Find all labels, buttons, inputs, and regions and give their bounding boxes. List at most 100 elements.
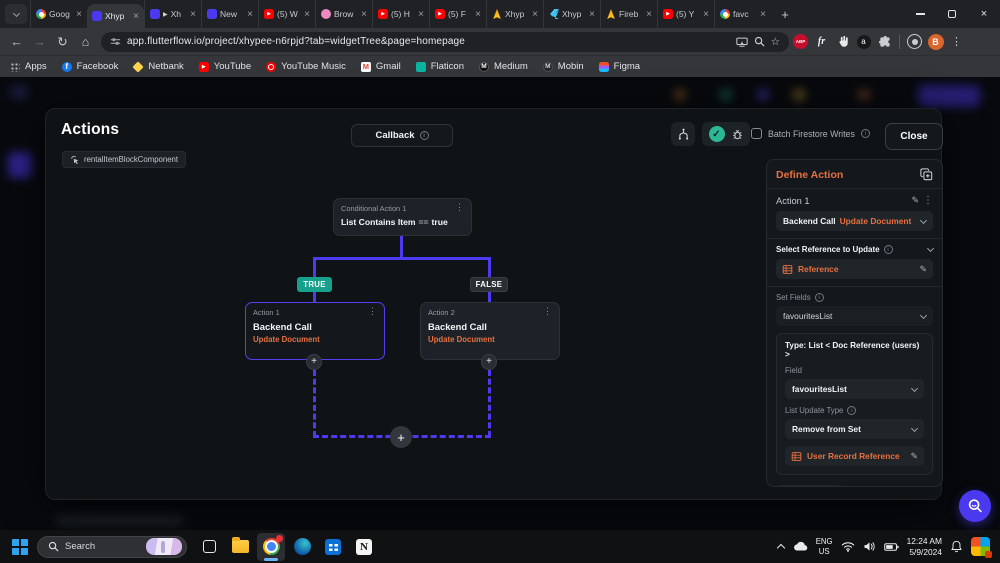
add-field-button[interactable]: + Add Field	[776, 485, 843, 487]
reference-value-row[interactable]: Reference ✎	[776, 259, 933, 279]
microsoft-store-button[interactable]	[319, 533, 347, 561]
bookmark-star-icon[interactable]: ☆	[771, 36, 780, 48]
add-action-button[interactable]: +	[481, 354, 497, 370]
notion-taskbar-button[interactable]: N	[350, 533, 378, 561]
profile-avatar[interactable]: B	[926, 34, 945, 50]
adblock-extension-icon[interactable]: ABP	[791, 34, 810, 49]
browser-tab[interactable]: (5) H ×	[372, 0, 429, 28]
kebab-icon[interactable]: ⋮	[455, 204, 464, 213]
debug-bug-icon[interactable]	[731, 128, 744, 141]
hidden-icons-chevron[interactable]	[776, 544, 784, 552]
browser-tab-active[interactable]: Xhyp ×	[87, 4, 144, 28]
browser-tab[interactable]: ▶ Xh ×	[144, 0, 201, 28]
forward-button[interactable]: →	[29, 35, 50, 49]
browser-tab[interactable]: Fireb ×	[600, 0, 657, 28]
bookmark-gmail[interactable]: Gmail	[361, 61, 401, 72]
edit-action-name-icon[interactable]: ✎	[911, 195, 919, 206]
action-type-dropdown[interactable]: Backend Call Update Document	[776, 211, 933, 231]
validation-check-icon[interactable]: ✓	[709, 126, 725, 142]
browser-tab[interactable]: (5) W ×	[258, 0, 315, 28]
callback-button[interactable]: Callback i	[351, 124, 453, 147]
onedrive-cloud-icon[interactable]	[792, 541, 808, 552]
duplicate-action-icon[interactable]	[920, 168, 933, 181]
tab-search-button[interactable]	[5, 4, 27, 24]
browser-tab[interactable]: (5) F ×	[429, 0, 486, 28]
browser-tab[interactable]: Xhyp ×	[486, 0, 543, 28]
send-to-device-icon[interactable]	[736, 37, 748, 47]
browser-tab[interactable]: (5) Y ×	[657, 0, 714, 28]
bookmark-figma[interactable]: Figma	[599, 61, 640, 72]
action-2-node[interactable]: Action 2 ⋮ Backend Call Update Document	[420, 302, 560, 360]
bookmark-apps[interactable]: Apps	[10, 61, 47, 72]
tab-close-icon[interactable]: ×	[418, 9, 424, 20]
conditional-action-node[interactable]: Conditional Action 1 ⋮ List Contains Ite…	[333, 198, 472, 236]
reload-button[interactable]: ↻	[52, 34, 73, 49]
tab-close-icon[interactable]: ×	[133, 11, 139, 22]
tab-close-icon[interactable]: ×	[361, 9, 367, 20]
language-indicator[interactable]: ENG US	[816, 537, 833, 556]
window-maximize-button[interactable]	[936, 0, 968, 28]
tab-close-icon[interactable]: ×	[646, 9, 652, 20]
fr-extension-icon[interactable]: fr	[812, 36, 831, 47]
volume-icon[interactable]	[863, 541, 876, 552]
address-bar[interactable]: app.flutterflow.io/project/xhypee-n6rpjd…	[101, 32, 789, 52]
list-update-type-dropdown[interactable]: Remove from Set	[785, 419, 924, 439]
batch-firestore-checkbox-row[interactable]: Batch Firestore Writes i	[751, 128, 870, 139]
a-extension-icon[interactable]: a	[854, 35, 873, 49]
edit-reference-icon[interactable]: ✎	[919, 264, 927, 275]
extensions-puzzle-icon[interactable]	[875, 35, 894, 48]
back-button[interactable]: ←	[6, 35, 27, 49]
action-1-node-selected[interactable]: Action 1 ⋮ Backend Call Update Document	[245, 302, 385, 360]
tab-close-icon[interactable]: ×	[760, 9, 766, 20]
kebab-icon[interactable]: ⋮	[368, 308, 377, 317]
edit-user-record-reference-icon[interactable]: ✎	[910, 451, 918, 462]
browser-tab[interactable]: Xhyp ×	[543, 0, 600, 28]
sync-status-icon[interactable]	[905, 34, 924, 49]
window-close-button[interactable]: ×	[968, 0, 1000, 28]
tab-close-icon[interactable]: ×	[247, 9, 253, 20]
component-chip[interactable]: rentalItemBlockComponent	[62, 151, 186, 168]
checkbox-unchecked[interactable]	[751, 128, 762, 139]
notifications-bell-icon[interactable]	[950, 540, 963, 553]
tab-close-icon[interactable]: ×	[304, 9, 310, 20]
battery-icon[interactable]	[884, 542, 899, 552]
bookmark-netbank[interactable]: Netbank	[133, 61, 183, 72]
search-help-fab[interactable]	[959, 490, 991, 522]
taskbar-search[interactable]: Search	[37, 536, 187, 558]
kebab-icon[interactable]: ⋮	[923, 195, 933, 206]
home-button[interactable]: ⌂	[75, 35, 96, 49]
widgets-weather-icon[interactable]	[971, 537, 990, 556]
browser-menu-button[interactable]: ⋮	[947, 35, 966, 48]
chrome-taskbar-button[interactable]	[257, 533, 285, 561]
bookmark-youtube[interactable]: YouTube	[199, 61, 251, 72]
tab-close-icon[interactable]: ×	[475, 9, 481, 20]
field-select-dropdown[interactable]: favouritesList	[776, 306, 933, 326]
tab-close-icon[interactable]: ×	[76, 9, 82, 20]
tab-close-icon[interactable]: ×	[532, 9, 538, 20]
file-explorer-button[interactable]	[226, 533, 254, 561]
browser-tab[interactable]: Goog ×	[30, 0, 87, 28]
flow-view-button[interactable]	[671, 122, 695, 146]
window-minimize-button[interactable]	[904, 0, 936, 28]
wifi-icon[interactable]	[841, 541, 855, 552]
bookmark-youtube-music[interactable]: YouTube Music	[266, 61, 346, 72]
add-action-button[interactable]: +	[306, 354, 322, 370]
site-settings-icon[interactable]	[110, 36, 121, 47]
bookmark-mobin[interactable]: Mobin	[543, 61, 584, 72]
start-button[interactable]	[6, 533, 34, 561]
new-tab-button[interactable]: +	[775, 4, 795, 24]
field-value-dropdown[interactable]: favouritesList	[785, 379, 924, 399]
clock[interactable]: 12:24 AM 5/9/2024	[907, 536, 942, 558]
user-record-reference-row[interactable]: User Record Reference ✎	[785, 446, 924, 466]
edge-taskbar-button[interactable]	[288, 533, 316, 561]
bookmark-facebook[interactable]: Facebook	[62, 61, 119, 72]
kebab-icon[interactable]: ⋮	[543, 308, 552, 317]
tab-close-icon[interactable]: ×	[703, 9, 709, 20]
browser-tab[interactable]: New ×	[201, 0, 258, 28]
search-lens-icon[interactable]	[754, 36, 765, 47]
tab-close-icon[interactable]: ×	[190, 9, 196, 20]
bookmark-flaticon[interactable]: Flaticon	[416, 61, 464, 72]
browser-tab[interactable]: Brow ×	[315, 0, 372, 28]
select-reference-section-header[interactable]: Select Reference to Update i	[776, 245, 933, 254]
bookmark-medium[interactable]: Medium	[479, 61, 528, 72]
